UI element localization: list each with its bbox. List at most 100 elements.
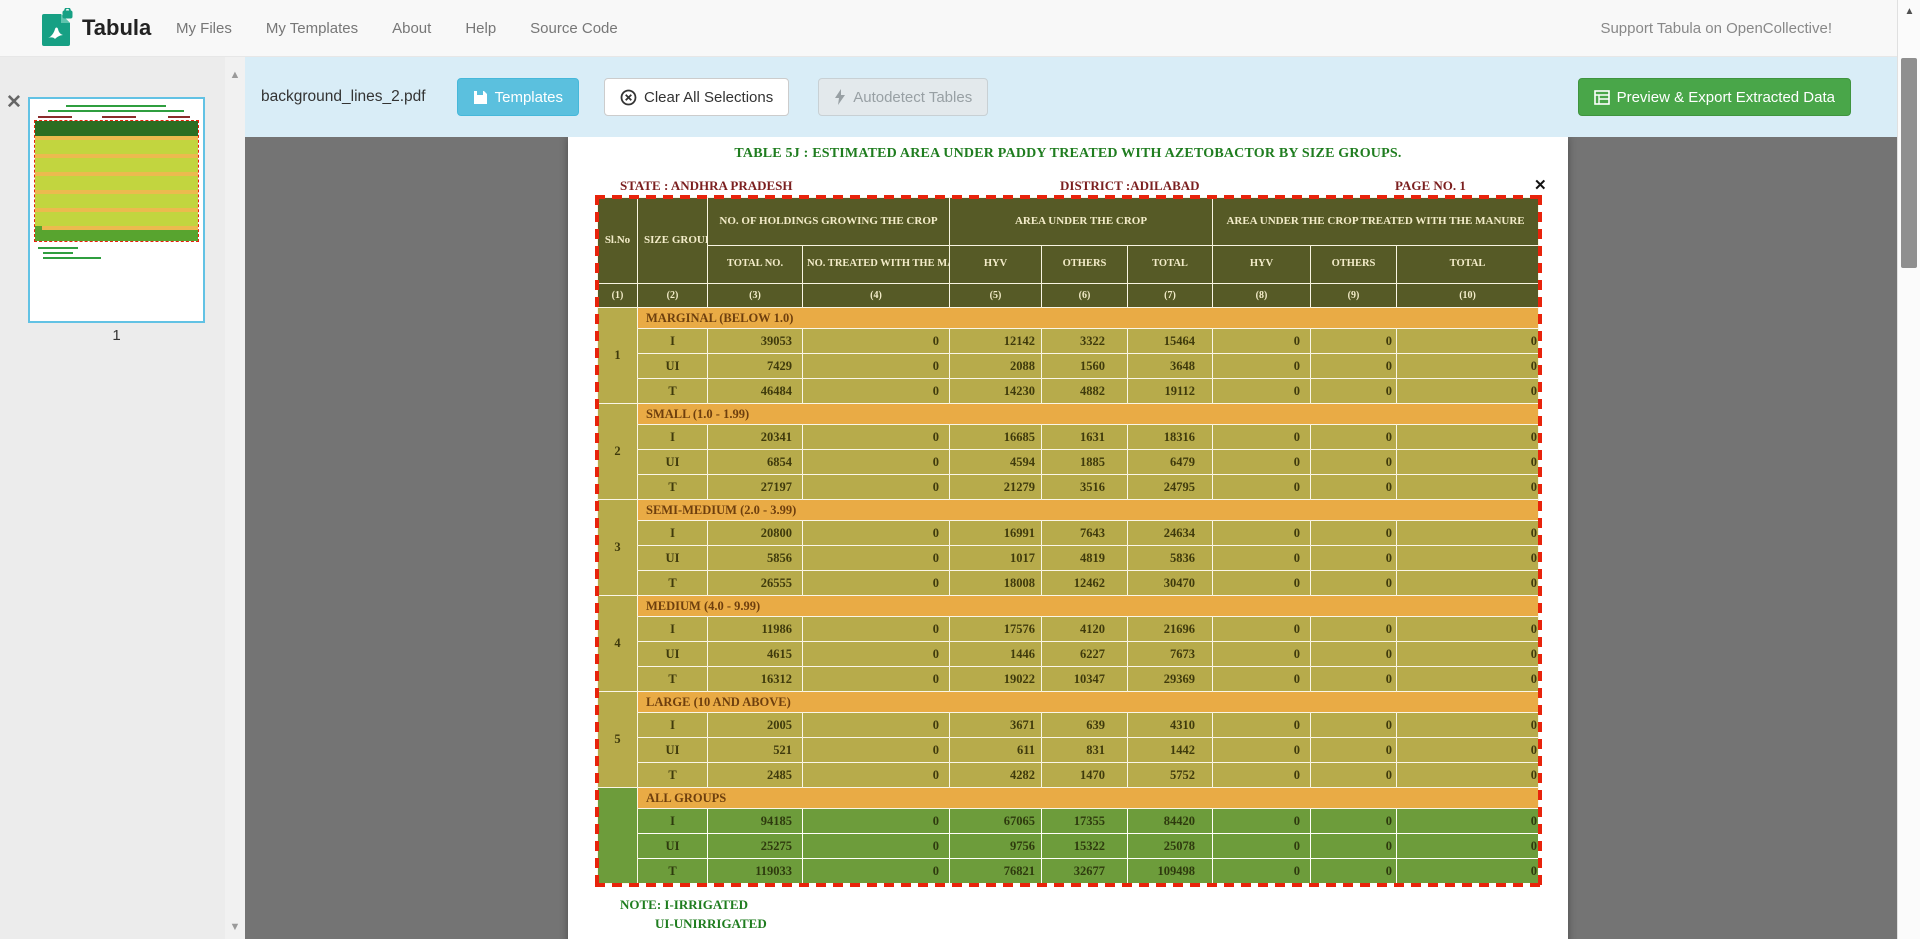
group-band-row: 5LARGE (10 AND ABOVE) [598, 692, 1539, 713]
column-number-cell: (4) [803, 284, 950, 308]
toolbar: background_lines_2.pdf Templates Clear A… [245, 57, 1897, 137]
value-cell: 0 [803, 713, 950, 738]
tabula-app: Tabula My FilesMy TemplatesAboutHelpSour… [0, 0, 1920, 939]
scrollbar-up-icon[interactable]: ▲ [1898, 6, 1920, 17]
circle-x-icon [620, 89, 637, 106]
support-link[interactable]: Support Tabula on OpenCollective! [1600, 0, 1832, 56]
value-cell: 0 [1311, 667, 1397, 692]
value-cell: 0 [1213, 546, 1311, 571]
row-label-cell: T [638, 859, 708, 884]
table-row: UI46150144662277673000 [598, 642, 1539, 667]
value-cell: 0 [1213, 521, 1311, 546]
page-thumbnail[interactable] [28, 97, 205, 323]
value-cell: 119033 [708, 859, 803, 884]
value-cell: 0 [1311, 642, 1397, 667]
value-cell: 0 [1213, 617, 1311, 642]
value-cell: 94185 [708, 809, 803, 834]
data-table: Sl.No SIZE GROUP (HA) NO. OF HOLDINGS GR… [597, 197, 1539, 884]
value-cell: 1017 [950, 546, 1042, 571]
value-cell: 7643 [1042, 521, 1128, 546]
brand-link[interactable]: Tabula [40, 8, 151, 48]
value-cell: 0 [803, 571, 950, 596]
nav-item-about[interactable]: About [375, 0, 448, 56]
value-cell: 6227 [1042, 642, 1128, 667]
value-cell: 6479 [1128, 450, 1213, 475]
value-cell: 11986 [708, 617, 803, 642]
value-cell: 831 [1042, 738, 1128, 763]
value-cell: 0 [803, 354, 950, 379]
value-cell: 0 [1397, 546, 1539, 571]
clear-all-selections-button[interactable]: Clear All Selections [604, 78, 789, 116]
value-cell: 0 [1213, 809, 1311, 834]
scroll-down-icon[interactable]: ▼ [228, 921, 242, 933]
table-row: UI74290208815603648000 [598, 354, 1539, 379]
value-cell: 0 [1397, 521, 1539, 546]
value-cell: 0 [1311, 379, 1397, 404]
value-cell: 639 [1042, 713, 1128, 738]
scroll-up-icon[interactable]: ▲ [228, 69, 242, 81]
remove-page-icon[interactable]: ✕ [6, 93, 22, 112]
brand-name: Tabula [82, 15, 151, 41]
value-cell: 9756 [950, 834, 1042, 859]
sidebar-scrollbar[interactable]: ▲ ▼ [225, 57, 245, 939]
value-cell: 0 [1397, 475, 1539, 500]
autodetect-tables-button[interactable]: Autodetect Tables [818, 78, 988, 116]
header-cell: Sl.No [598, 198, 638, 284]
value-cell: 27197 [708, 475, 803, 500]
group-band-row: 3SEMI-MEDIUM (2.0 - 3.99) [598, 500, 1539, 521]
value-cell: 16312 [708, 667, 803, 692]
row-label-cell: I [638, 329, 708, 354]
header-cell: AREA UNDER THE CROP [950, 198, 1213, 246]
nav-item-my-templates[interactable]: My Templates [249, 0, 375, 56]
value-cell: 21279 [950, 475, 1042, 500]
row-label-cell: T [638, 763, 708, 788]
value-cell: 0 [803, 450, 950, 475]
value-cell: 1885 [1042, 450, 1128, 475]
value-cell: 7429 [708, 354, 803, 379]
value-cell: 0 [803, 738, 950, 763]
templates-button[interactable]: Templates [457, 78, 579, 116]
header-cell: NO. TREATED WITH THE MANURE [803, 246, 950, 284]
row-label-cell: I [638, 617, 708, 642]
value-cell: 84420 [1128, 809, 1213, 834]
table-row: I39053012142332215464000 [598, 329, 1539, 354]
value-cell: 1470 [1042, 763, 1128, 788]
templates-label: Templates [495, 89, 563, 106]
value-cell: 0 [1397, 763, 1539, 788]
thumb-table [35, 121, 198, 241]
scrollbar-thumb[interactable] [1901, 58, 1917, 268]
value-cell: 0 [803, 617, 950, 642]
value-cell: 21696 [1128, 617, 1213, 642]
value-cell: 0 [1213, 354, 1311, 379]
nav-item-help[interactable]: Help [448, 0, 513, 56]
value-cell: 0 [1311, 859, 1397, 884]
table-selection-region[interactable]: Sl.No SIZE GROUP (HA) NO. OF HOLDINGS GR… [597, 197, 1540, 885]
district-label: DISTRICT :ADILABAD [1060, 178, 1200, 194]
note-line-2: UI-UNIRRIGATED [655, 916, 767, 932]
value-cell: 0 [1397, 450, 1539, 475]
selection-close-icon[interactable]: ✕ [1534, 176, 1547, 194]
value-cell: 0 [1213, 379, 1311, 404]
header-cell: HYV [1213, 246, 1311, 284]
table-row: I941850670651735584420000 [598, 809, 1539, 834]
header-cell: OTHERS [1042, 246, 1128, 284]
preview-export-button[interactable]: Preview & Export Extracted Data [1578, 78, 1851, 116]
value-cell: 0 [1213, 450, 1311, 475]
value-cell: 0 [1311, 475, 1397, 500]
value-cell: 0 [1311, 617, 1397, 642]
value-cell: 0 [1213, 642, 1311, 667]
value-cell: 1631 [1042, 425, 1128, 450]
table-row: T24850428214705752000 [598, 763, 1539, 788]
window-scrollbar[interactable]: ▲ [1897, 0, 1920, 939]
value-cell: 18316 [1128, 425, 1213, 450]
value-cell: 0 [1397, 425, 1539, 450]
value-cell: 76821 [950, 859, 1042, 884]
value-cell: 0 [1213, 738, 1311, 763]
nav-item-my-files[interactable]: My Files [159, 0, 249, 56]
row-label-cell: I [638, 713, 708, 738]
nav-item-source-code[interactable]: Source Code [513, 0, 635, 56]
pdf-viewer-area: TABLE 5J : ESTIMATED AREA UNDER PADDY TR… [245, 137, 1897, 939]
value-cell: 0 [1311, 738, 1397, 763]
value-cell: 0 [1213, 763, 1311, 788]
value-cell: 25275 [708, 834, 803, 859]
